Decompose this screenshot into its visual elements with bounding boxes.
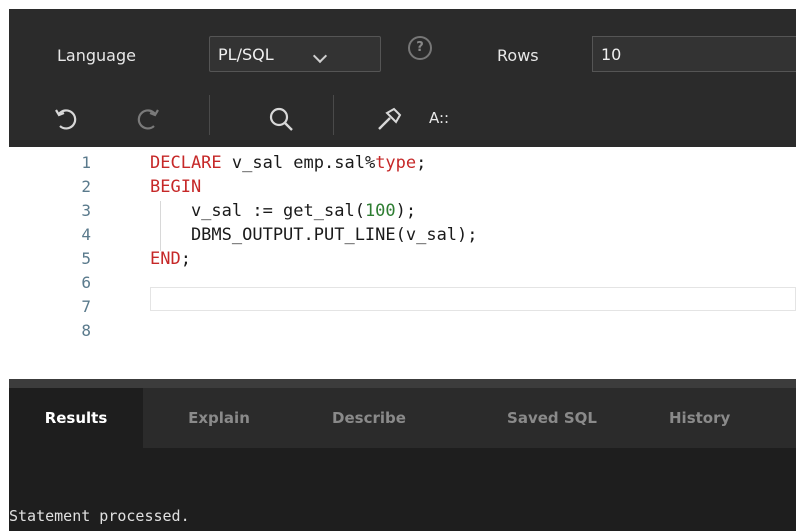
help-icon[interactable]: ?	[408, 36, 432, 60]
code-text: DBMS_OUTPUT.PUT_LINE(v_sal);	[150, 223, 478, 247]
code-token: DBMS_OUTPUT.PUT_LINE(v_sal);	[150, 225, 478, 245]
code-line[interactable]: 7	[9, 295, 796, 319]
code-editor[interactable]: 1 DECLARE v_sal emp.sal%type; 2 BEGIN 3 v_sa…	[9, 147, 796, 379]
rows-input[interactable]	[592, 36, 796, 72]
keyword-token: type	[375, 153, 417, 173]
redo-icon[interactable]	[133, 105, 161, 133]
language-select-value: PL/SQL	[218, 45, 274, 64]
panel-divider[interactable]	[9, 379, 796, 388]
tab-history[interactable]: History	[649, 388, 796, 448]
code-line[interactable]: 8	[9, 319, 796, 343]
search-icon[interactable]	[267, 105, 295, 133]
code-text: DECLARE v_sal emp.sal%type;	[150, 151, 426, 175]
keyword-token: END	[150, 249, 181, 269]
editor-toolbar: A::	[9, 87, 796, 147]
code-line[interactable]: 2 BEGIN	[9, 175, 796, 199]
settings-toolbar: Language PL/SQL ? Rows	[9, 9, 796, 87]
rows-label: Rows	[497, 46, 539, 65]
code-token: ;	[416, 153, 427, 173]
code-token: v_sal emp.sal%	[221, 153, 376, 173]
line-number: 7	[81, 297, 91, 316]
line-number: 4	[81, 225, 91, 244]
code-token: ;	[180, 249, 191, 269]
code-token: );	[395, 201, 417, 221]
tab-saved-sql[interactable]: Saved SQL	[477, 388, 627, 448]
tab-explain[interactable]: Explain	[159, 388, 279, 448]
code-token: v_sal := get_sal(	[150, 201, 365, 221]
line-number: 8	[81, 321, 91, 340]
code-line[interactable]: 6	[9, 271, 796, 295]
tab-results[interactable]: Results	[9, 388, 143, 448]
results-output: Statement processed.	[9, 448, 796, 531]
line-number: 6	[81, 273, 91, 292]
toolbar-separator	[209, 95, 210, 135]
line-number: 3	[81, 201, 91, 220]
line-number: 5	[81, 249, 91, 268]
results-tabs: Results Explain Describe Saved SQL Histo…	[9, 388, 796, 448]
code-text: END;	[150, 247, 191, 271]
toolbar-separator	[333, 95, 334, 135]
chevron-down-icon	[312, 48, 328, 64]
code-line[interactable]: 4 DBMS_OUTPUT.PUT_LINE(v_sal);	[9, 223, 796, 247]
sql-workshop-frame: Language PL/SQL ? Rows 10 A:: 1 DECLARE …	[9, 9, 796, 531]
code-line[interactable]: 3 v_sal := get_sal(100);	[9, 199, 796, 223]
autocomplete-icon[interactable]: A::	[429, 108, 449, 128]
line-number: 1	[81, 153, 91, 172]
code-text: BEGIN	[150, 175, 201, 199]
code-line[interactable]: 5 END;	[9, 247, 796, 271]
code-line[interactable]: 1 DECLARE v_sal emp.sal%type;	[9, 151, 796, 175]
output-message: Statement processed.	[9, 507, 190, 525]
language-label: Language	[57, 46, 136, 65]
keyword-token: BEGIN	[150, 177, 202, 197]
language-select[interactable]: PL/SQL	[209, 36, 381, 72]
app-window: Language PL/SQL ? Rows 10 A:: 1 DECLARE …	[0, 0, 796, 531]
tab-describe[interactable]: Describe	[299, 388, 439, 448]
undo-icon[interactable]	[53, 105, 81, 133]
number-token: 100	[364, 201, 396, 221]
line-number: 2	[81, 177, 91, 196]
keyword-token: DECLARE	[150, 153, 222, 173]
format-hammer-icon[interactable]	[375, 105, 403, 133]
code-text: v_sal := get_sal(100);	[150, 199, 416, 223]
